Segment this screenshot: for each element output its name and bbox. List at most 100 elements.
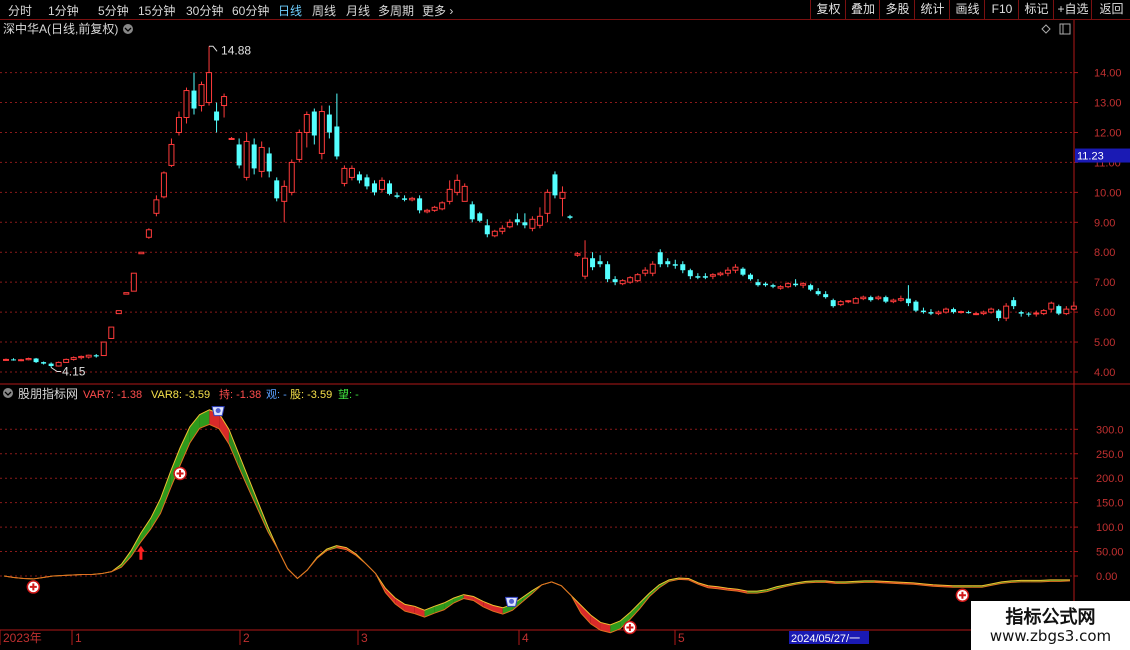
candle-body-up bbox=[1070, 305, 1077, 310]
panel-layout-icon[interactable] bbox=[1059, 23, 1071, 35]
candle-body-down bbox=[823, 294, 829, 298]
candle-body-up bbox=[544, 191, 551, 214]
candle-body-down bbox=[334, 126, 340, 157]
candle-body-down bbox=[522, 222, 528, 226]
candle-body-up bbox=[649, 263, 656, 274]
up-arrow-signal-icon bbox=[136, 545, 145, 560]
indicator-tick-label: 0.00 bbox=[1096, 571, 1117, 583]
candle-body-down bbox=[251, 144, 257, 169]
candle-body-up bbox=[228, 137, 235, 140]
candle-body-up bbox=[1063, 308, 1070, 315]
cup-signal-dot bbox=[215, 408, 221, 414]
price-tick-label: 12.00 bbox=[1094, 127, 1122, 139]
candle-body-up bbox=[288, 161, 295, 193]
candle-body-up bbox=[85, 354, 92, 358]
candle-body-up bbox=[25, 358, 32, 361]
indicator-tick-label: 250.0 bbox=[1096, 449, 1124, 461]
time-axis-label: 3 bbox=[361, 631, 368, 645]
indicator-legend-item: VAR8: -3.59 bbox=[151, 389, 210, 401]
candle-body-down bbox=[747, 274, 753, 280]
candle-body-down bbox=[687, 270, 693, 277]
candle-body-up bbox=[138, 251, 145, 255]
candle-body-up bbox=[318, 111, 325, 154]
candle-body-up bbox=[935, 311, 942, 315]
candle-body-up bbox=[424, 209, 431, 213]
price-tick-label: 10.00 bbox=[1094, 187, 1122, 199]
candle-body-up bbox=[536, 215, 543, 226]
candle-body-up bbox=[348, 167, 355, 178]
candle-body-up bbox=[943, 308, 949, 313]
candle-body-up bbox=[175, 117, 182, 133]
candle-body-down bbox=[612, 279, 618, 283]
candle-body-down bbox=[394, 195, 400, 197]
indicator-band-segment bbox=[219, 413, 229, 444]
candle-body-up bbox=[446, 188, 453, 202]
candle-body-up bbox=[206, 72, 213, 104]
indicator-tick-label: 200.0 bbox=[1096, 473, 1124, 485]
price-tick-label: 7.00 bbox=[1094, 277, 1115, 289]
candle-body-down bbox=[514, 219, 520, 223]
candle-body-down bbox=[996, 310, 1002, 319]
date-cursor-label: 2024/05/27/一 bbox=[791, 633, 860, 645]
candle-body-down bbox=[477, 213, 483, 221]
candle-body-down bbox=[657, 252, 663, 265]
indicator-legend-item: 望: - bbox=[338, 388, 359, 401]
candle-body-up bbox=[724, 269, 731, 274]
candle-body-up bbox=[642, 269, 649, 274]
candle-body-down bbox=[605, 264, 611, 280]
candle-body-up bbox=[258, 146, 265, 172]
candle-body-up bbox=[409, 197, 416, 201]
candle-body-down bbox=[672, 264, 678, 266]
candle-body-up bbox=[461, 185, 468, 202]
candle-body-down bbox=[951, 309, 957, 313]
title-dropdown-icon[interactable] bbox=[123, 24, 133, 34]
candle-body-up bbox=[491, 230, 498, 237]
candle-body-down bbox=[665, 261, 671, 265]
candle-body-down bbox=[966, 312, 972, 314]
candle-body-up bbox=[1048, 302, 1055, 310]
candle-body-down bbox=[484, 225, 490, 235]
candle-body-up bbox=[3, 358, 9, 361]
price-tick-label: 9.00 bbox=[1094, 217, 1115, 229]
candle-body-down bbox=[567, 216, 573, 218]
candle-body-up bbox=[785, 283, 792, 288]
low-price-label: 4.15 bbox=[62, 365, 86, 379]
candle-body-up bbox=[439, 202, 446, 210]
candle-body-up bbox=[852, 298, 859, 304]
price-tick-label: 4.00 bbox=[1094, 367, 1115, 379]
cup-signal-dot bbox=[509, 598, 515, 604]
candle-body-down bbox=[191, 90, 197, 109]
time-axis-label: 1 bbox=[75, 631, 82, 645]
candle-body-down bbox=[214, 111, 220, 121]
diamond-icon[interactable] bbox=[1041, 24, 1051, 34]
candle-body-up bbox=[63, 358, 70, 363]
candle-body-up bbox=[108, 326, 115, 339]
indicator-dropdown-icon[interactable] bbox=[3, 388, 13, 398]
candle-body-down bbox=[590, 258, 596, 268]
candle-body-down bbox=[371, 183, 377, 193]
candle-body-up bbox=[732, 266, 739, 271]
candle-body-up bbox=[980, 311, 987, 315]
time-axis-label: 2 bbox=[243, 631, 250, 645]
high-price-label: 14.88 bbox=[221, 43, 251, 57]
candle-body-down bbox=[920, 310, 926, 313]
candle-body-up bbox=[717, 272, 724, 276]
candle-body-down bbox=[326, 114, 332, 133]
time-axis-label: 5 bbox=[678, 631, 685, 645]
candle-body-down bbox=[808, 285, 814, 290]
candle-body-down bbox=[793, 283, 799, 286]
time-axis-label: 2023年 bbox=[3, 631, 42, 645]
candle-body-up bbox=[130, 272, 137, 292]
price-tick-label: 5.00 bbox=[1094, 337, 1115, 349]
candle-body-down bbox=[469, 204, 475, 220]
candle-body-up bbox=[243, 140, 250, 178]
candle-body-down bbox=[417, 198, 423, 211]
indicator-band-segment bbox=[150, 498, 161, 530]
candle-body-up bbox=[168, 143, 175, 166]
candle-body-down bbox=[1026, 313, 1032, 315]
candle-body-up bbox=[837, 301, 844, 306]
indicator-lower-line bbox=[3, 423, 1071, 634]
candle-body-down bbox=[33, 358, 39, 363]
candle-body-down bbox=[755, 282, 761, 286]
candle-body-up bbox=[958, 311, 965, 314]
